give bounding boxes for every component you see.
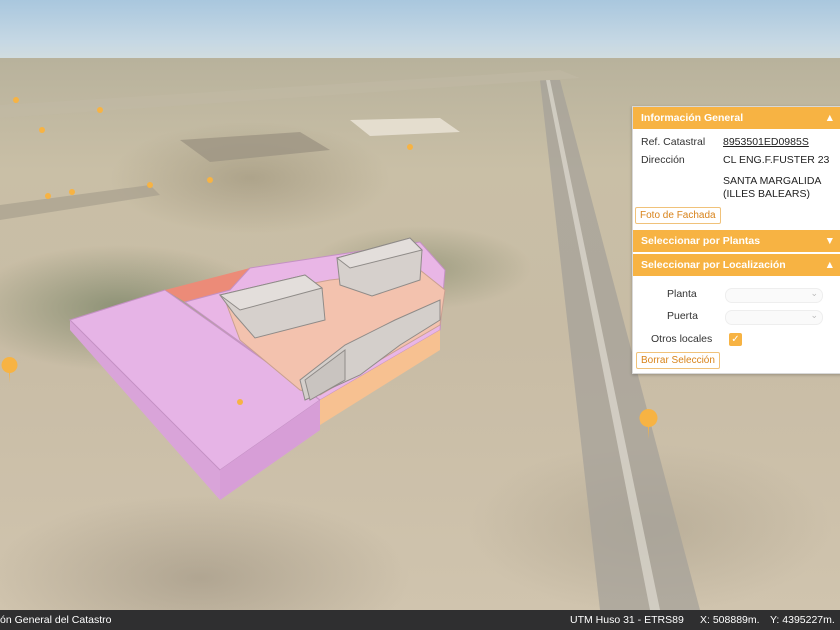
x-coordinate: X: 508889m. xyxy=(700,614,760,626)
otros-locales-label: Otros locales xyxy=(651,333,713,345)
app-title: ón General del Catastro xyxy=(0,614,112,626)
direccion-line2: SANTA MARGALIDA xyxy=(723,175,822,187)
chevron-down-icon: ⌄ xyxy=(810,310,818,320)
puerta-label: Puerta xyxy=(667,310,698,322)
direccion-line3: (ILLES BALEARS) xyxy=(723,188,810,200)
puerta-select[interactable]: ⌄ xyxy=(725,310,823,325)
chevron-up-icon[interactable]: ▲ xyxy=(825,259,835,271)
direccion-label: Dirección xyxy=(641,154,685,166)
map-pin-icon xyxy=(1,357,18,383)
foto-fachada-button[interactable]: Foto de Fachada xyxy=(635,207,721,224)
map-pin-icon xyxy=(13,97,19,103)
map-pin-icon xyxy=(147,182,153,188)
chevron-down-icon: ⌄ xyxy=(810,288,818,298)
localizacion-title: Seleccionar por Localización xyxy=(641,259,786,271)
map-pin-icon xyxy=(97,107,103,113)
map-pin-icon xyxy=(45,193,51,199)
background-building xyxy=(180,132,330,162)
background-road xyxy=(0,185,160,220)
borrar-seleccion-button[interactable]: Borrar Selección xyxy=(636,352,720,369)
ref-catastral-label: Ref. Catastral xyxy=(641,136,706,148)
y-coordinate: Y: 4395227m. xyxy=(770,614,835,626)
ref-catastral-link[interactable]: 8953501ED0985S xyxy=(723,136,809,148)
parcel-marker[interactable] xyxy=(237,399,243,405)
map-pin-icon xyxy=(39,127,45,133)
localizacion-header[interactable]: Seleccionar por Localización ▲ xyxy=(633,254,840,276)
chevron-down-icon[interactable]: ▼ xyxy=(825,235,835,247)
plantas-header[interactable]: Seleccionar por Plantas ▼ xyxy=(633,230,840,252)
projection-label: UTM Huso 31 - ETRS89 xyxy=(570,614,684,626)
map-pin-icon xyxy=(407,144,413,150)
info-general-title: Información General xyxy=(641,112,744,124)
background-building xyxy=(350,118,460,136)
plantas-title: Seleccionar por Plantas xyxy=(641,235,761,247)
map-pin-icon xyxy=(69,189,75,195)
planta-select[interactable]: ⌄ xyxy=(725,288,823,303)
background-road xyxy=(0,70,580,118)
checkmark-icon: ✓ xyxy=(731,334,740,345)
info-panel: Información General ▲ Ref. Catastral 895… xyxy=(632,106,840,374)
status-bar: ón General del Catastro UTM Huso 31 - ET… xyxy=(0,610,840,630)
planta-label: Planta xyxy=(667,288,697,300)
chevron-up-icon[interactable]: ▲ xyxy=(825,112,835,124)
direccion-line1: CL ENG.F.FUSTER 23 xyxy=(723,154,830,166)
info-general-header[interactable]: Información General ▲ xyxy=(633,107,840,129)
map-pin-icon xyxy=(207,177,213,183)
otros-locales-checkbox[interactable]: ✓ xyxy=(729,333,742,346)
